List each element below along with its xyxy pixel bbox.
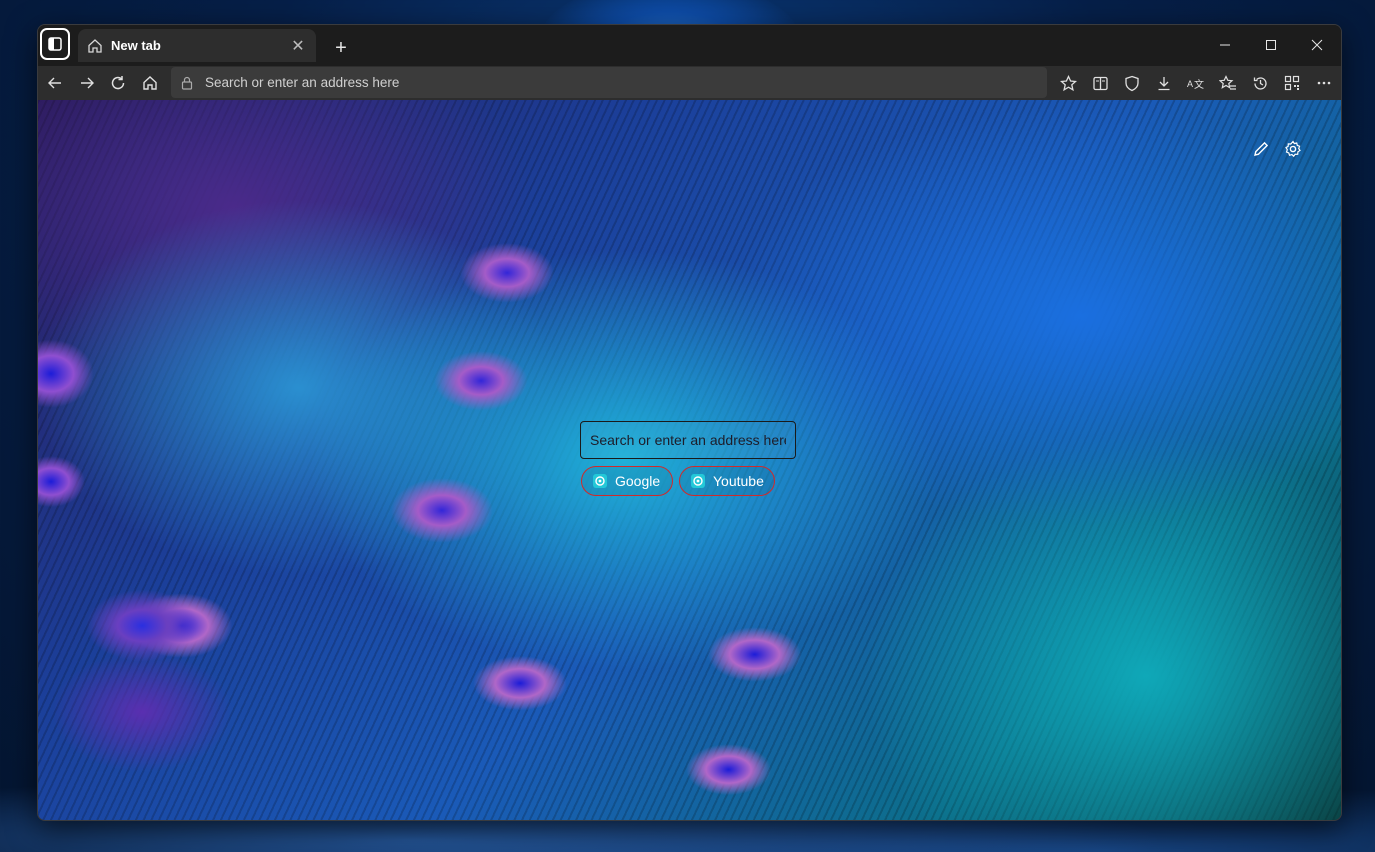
- shortcut-google[interactable]: Google: [581, 466, 673, 496]
- history-button[interactable]: [1246, 69, 1274, 97]
- favorites-button[interactable]: [1214, 69, 1242, 97]
- browser-window: New tab ✕ + Search or enter an address h…: [37, 24, 1342, 821]
- more-icon: [1317, 81, 1331, 85]
- qr-code-icon: [1284, 75, 1300, 91]
- sidebar-icon: [48, 37, 62, 51]
- tab-new-tab[interactable]: New tab ✕: [78, 29, 316, 62]
- shortcut-label: Google: [615, 473, 661, 489]
- settings-gear-icon: [1285, 140, 1301, 158]
- home-button[interactable]: [136, 69, 164, 97]
- close-icon: [1311, 39, 1323, 51]
- page-settings-button[interactable]: [1280, 136, 1306, 162]
- svg-text:A: A: [1187, 79, 1193, 89]
- translate-button[interactable]: A文: [1182, 69, 1210, 97]
- download-icon: [1158, 76, 1170, 90]
- new-tab-page: Google Youtube: [38, 100, 1341, 820]
- address-bar[interactable]: Search or enter an address here: [171, 67, 1047, 98]
- tab-title: New tab: [111, 38, 161, 53]
- settings-and-more-button[interactable]: [1310, 69, 1338, 97]
- page-search-box[interactable]: [580, 421, 796, 459]
- qr-code-button[interactable]: [1278, 69, 1306, 97]
- minimize-icon: [1220, 44, 1230, 46]
- shield-icon: [1125, 75, 1139, 91]
- shortcut-youtube[interactable]: Youtube: [679, 466, 775, 496]
- close-window-button[interactable]: [1294, 29, 1340, 61]
- add-favorite-button[interactable]: [1054, 69, 1082, 97]
- globe-icon: [690, 473, 706, 489]
- page-search-input[interactable]: [581, 422, 795, 458]
- navigation-toolbar: Search or enter an address here A文: [38, 66, 1341, 100]
- lock-icon: [181, 75, 195, 91]
- edit-button[interactable]: [1248, 136, 1274, 162]
- home-icon: [86, 37, 104, 55]
- home-icon: [143, 76, 157, 90]
- history-icon: [1253, 76, 1267, 90]
- reading-view-button[interactable]: [1086, 69, 1114, 97]
- tracking-prevention-button[interactable]: [1118, 69, 1146, 97]
- edit-pencil-icon: [1254, 141, 1269, 156]
- new-tab-button[interactable]: +: [328, 35, 354, 61]
- reading-view-icon: [1092, 76, 1108, 90]
- maximize-button[interactable]: [1248, 29, 1294, 61]
- minimize-button[interactable]: [1202, 29, 1248, 61]
- back-arrow-icon: [48, 77, 61, 89]
- tab-bar: New tab ✕ +: [38, 25, 1341, 66]
- tab-close-button[interactable]: ✕: [286, 34, 310, 58]
- forward-button[interactable]: [73, 69, 101, 97]
- forward-arrow-icon: [81, 77, 94, 89]
- shortcut-label: Youtube: [713, 473, 764, 489]
- refresh-icon: [111, 76, 125, 90]
- svg-text:文: 文: [1194, 78, 1204, 91]
- star-icon: [1059, 74, 1077, 91]
- refresh-button[interactable]: [104, 69, 132, 97]
- favorites-icon: [1219, 74, 1236, 90]
- maximize-icon: [1266, 40, 1276, 50]
- address-bar-placeholder: Search or enter an address here: [205, 75, 400, 90]
- globe-icon: [592, 473, 608, 489]
- back-button[interactable]: [41, 69, 69, 97]
- sidebar-toggle-button[interactable]: [40, 28, 70, 60]
- downloads-button[interactable]: [1150, 69, 1178, 97]
- translate-icon: A文: [1187, 78, 1204, 91]
